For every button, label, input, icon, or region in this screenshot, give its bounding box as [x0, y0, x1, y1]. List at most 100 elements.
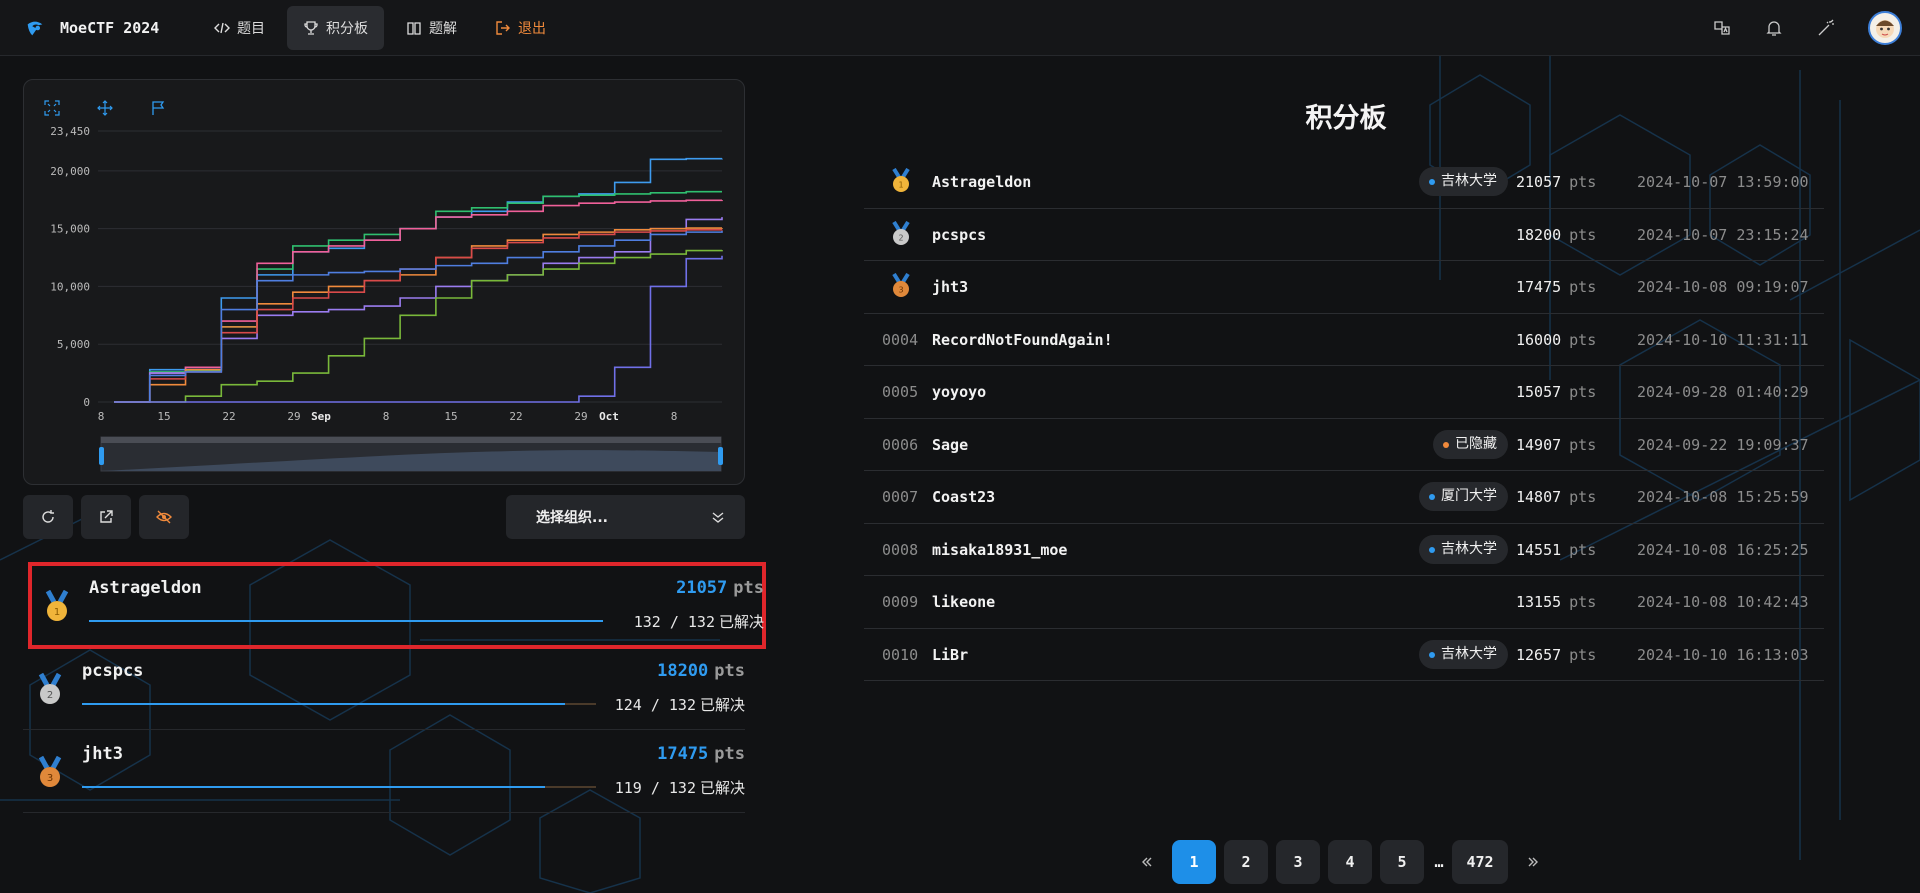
nav-logout[interactable]: 退出 [479, 6, 562, 50]
series-line [114, 230, 723, 403]
page-button-5[interactable]: 5 [1380, 840, 1424, 884]
logo-icon [27, 21, 43, 35]
rank-card-1[interactable]: 1 Astrageldon 21057 pts 132 / 132 已解决 [28, 562, 766, 649]
points-unit: pts [1569, 645, 1597, 664]
team-name[interactable]: RecordNotFoundAgain! [932, 331, 1113, 349]
refresh-button[interactable] [23, 495, 73, 539]
svg-text:2: 2 [47, 690, 53, 701]
nav-label: 题解 [429, 20, 457, 37]
scoreboard-row[interactable]: 0010 LiBr 吉林大学 12657 pts 2024-10-10 16:13:03 [864, 629, 1824, 681]
team-name[interactable]: likeone [932, 593, 995, 611]
brand[interactable]: MoeCTF 2024 [24, 17, 198, 39]
svg-text:3: 3 [47, 773, 53, 784]
solved-label: 已解决 [718, 613, 764, 631]
rank-card-3[interactable]: 3 jht3 17475 pts 119 / 132 已解决 [23, 730, 745, 813]
x-tick-label: 15 [444, 410, 457, 423]
scoreboard: 积分板 1 Astrageldon 吉林大学 21057 pts 2024-10-07 1… [864, 96, 1824, 681]
avatar-image [1876, 19, 1894, 38]
scoreboard-row[interactable]: 3 jht3 17475 pts 2024-10-08 09:19:07 [864, 261, 1824, 314]
x-tick-label: 8 [383, 410, 390, 423]
scoreboard-row[interactable]: 0004 RecordNotFoundAgain! 16000 pts 2024-10-… [864, 314, 1824, 366]
progress-fill [89, 620, 603, 622]
progress-fill [82, 786, 546, 788]
team-name[interactable]: Sage [932, 436, 968, 454]
last-solve-time: 2024-09-22 19:09:37 [1637, 435, 1809, 454]
page-button-last[interactable]: 472 [1452, 840, 1508, 884]
team-name[interactable]: Coast23 [932, 488, 995, 506]
points-value: 17475 [657, 744, 709, 764]
rank-number: 0008 [882, 540, 919, 559]
gold-medal-icon: 1 [892, 168, 910, 192]
score-line-chart[interactable]: 0 5,000 10,000 15,000 20,000 23,450 8 15 22 29 Sep… [24, 80, 746, 486]
y-tick-label: 15,000 [50, 223, 90, 236]
scoreboard-table: 1 Astrageldon 吉林大学 21057 pts 2024-10-07 13:59… [864, 156, 1824, 681]
prev-page-button[interactable] [1130, 840, 1164, 884]
last-solve-time: 2024-10-07 13:59:00 [1637, 173, 1809, 191]
x-tick-label: 22 [222, 410, 235, 423]
avatar[interactable] [1868, 10, 1902, 45]
page-button-4[interactable]: 4 [1328, 840, 1372, 884]
team-name: pcspcs [82, 661, 144, 681]
hide-toggle-button[interactable] [139, 495, 189, 539]
nav-writeups[interactable]: 题解 [390, 6, 473, 50]
points-value: 17475 [1516, 278, 1562, 296]
top-navbar: MoeCTF 2024 题目 积分板 题解 退出 [0, 0, 1920, 56]
nav-challenges[interactable]: 题目 [198, 6, 281, 50]
team-name[interactable]: Astrageldon [932, 173, 1031, 191]
page-button-1[interactable]: 1 [1172, 840, 1216, 884]
rank-number: 0004 [882, 330, 919, 349]
rank-card-2[interactable]: 2 pcspcs 18200 pts 124 / 132 已解决 [23, 647, 745, 730]
team-name[interactable]: yoyoyo [932, 383, 986, 401]
bell-icon[interactable] [1764, 18, 1784, 38]
scoreboard-row[interactable]: 0006 Sage 已隐藏 14907 pts 2024-09-22 19:09:37 [864, 419, 1824, 471]
team-points: 12657 pts [1516, 646, 1596, 664]
team-points: 16000 pts [1516, 331, 1596, 349]
scoreboard-row[interactable]: 2 pcspcs 18200 pts 2024-10-07 23:15:24 [864, 209, 1824, 261]
series-line [114, 255, 723, 403]
points-value: 13155 [1516, 593, 1562, 611]
points-value: 14807 [1516, 488, 1562, 506]
page-button-3[interactable]: 3 [1276, 840, 1320, 884]
code-icon [214, 22, 230, 33]
next-page-button[interactable] [1516, 840, 1550, 884]
page-button-2[interactable]: 2 [1224, 840, 1268, 884]
share-button[interactable] [81, 495, 131, 539]
x-tick-label: 8 [98, 410, 105, 423]
logout-icon [496, 20, 510, 35]
translate-icon[interactable] [1712, 18, 1732, 38]
rank-number: 0009 [882, 593, 919, 611]
team-name[interactable]: jht3 [932, 278, 968, 296]
team-points: 15057 pts [1516, 383, 1596, 401]
scoreboard-row[interactable]: 1 Astrageldon 吉林大学 21057 pts 2024-10-07 13:59… [864, 156, 1824, 209]
magic-wand-icon[interactable] [1816, 18, 1836, 38]
points-value: 14907 [1516, 435, 1562, 454]
org-select[interactable]: 选择组织... [506, 495, 745, 539]
page-title: 积分板 [1305, 103, 1387, 134]
top-right-actions [1696, 10, 1902, 45]
scoreboard-row[interactable]: 0009 likeone 13155 pts 2024-10-08 10:42:43 [864, 576, 1824, 629]
points-unit: pts [1569, 383, 1597, 401]
team-name[interactable]: pcspcs [932, 226, 986, 244]
score-chart-card: 0 5,000 10,000 15,000 20,000 23,450 8 15 22 29 Sep… [23, 79, 745, 485]
team-name[interactable]: misaka18931_moe [932, 541, 1067, 559]
y-tick-label: 10,000 [50, 280, 90, 293]
x-tick-label: 22 [509, 410, 522, 423]
nav-scoreboard[interactable]: 积分板 [287, 5, 384, 50]
points-unit: pts [714, 744, 745, 764]
scoreboard-row[interactable]: 0007 Coast23 厦门大学 14807 pts 2024-10-08 15:25:… [864, 471, 1824, 524]
series-line [114, 190, 722, 403]
scoreboard-row[interactable]: 0005 yoyoyo 15057 pts 2024-09-28 01:40:29 [864, 366, 1824, 419]
external-link-icon [100, 510, 113, 523]
zoom-handle-left [99, 447, 104, 465]
last-solve-time: 2024-09-28 01:40:29 [1637, 383, 1809, 401]
svg-text:1: 1 [898, 181, 903, 190]
team-name: jht3 [82, 744, 123, 764]
solved-count: 124 / 132 已解决 [615, 694, 745, 715]
team-name[interactable]: LiBr [932, 646, 968, 664]
org-badge: 厦门大学 [1419, 482, 1508, 511]
y-tick-label: 23,450 [50, 125, 90, 138]
points-value: 15057 [1516, 383, 1562, 401]
points-unit: pts [1569, 435, 1597, 454]
org-select-value: 选择组织... [536, 510, 608, 526]
scoreboard-row[interactable]: 0008 misaka18931_moe 吉林大学 14551 pts 2024-10-0… [864, 524, 1824, 576]
